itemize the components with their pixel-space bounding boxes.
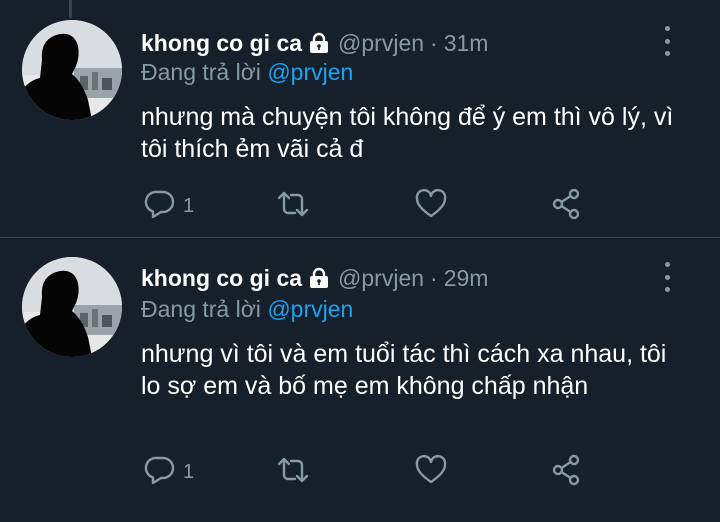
more-vertical-icon[interactable] xyxy=(657,26,677,56)
tweet-text: nhưng mà chuyện tôi không để ý em thì vô… xyxy=(141,103,674,163)
reply-count: 1 xyxy=(183,460,195,483)
replying-prefix: Đang trả lời xyxy=(141,59,261,85)
tweet-header: khong co gi ca @prvjen · 29m xyxy=(141,260,488,296)
tweet-actions: 1 xyxy=(0,188,720,224)
reply-icon xyxy=(143,187,177,226)
mention-link[interactable]: @prvjen xyxy=(267,296,353,322)
lock-icon xyxy=(308,267,330,289)
tweet-header: khong co gi ca @prvjen · 31m xyxy=(141,25,488,61)
like-button[interactable] xyxy=(414,188,448,224)
handle[interactable]: @prvjen xyxy=(338,265,424,292)
replying-to-line: Đang trả lời @prvjen xyxy=(141,296,353,323)
handle[interactable]: @prvjen xyxy=(338,30,424,57)
more-vertical-icon[interactable] xyxy=(657,262,677,292)
replying-to-line: Đang trả lời @prvjen xyxy=(141,59,353,86)
heart-icon xyxy=(414,453,448,492)
retweet-button[interactable] xyxy=(275,188,311,224)
retweet-button[interactable] xyxy=(275,454,311,490)
retweet-icon xyxy=(275,187,311,226)
replying-prefix: Đang trả lời xyxy=(141,296,261,322)
avatar[interactable] xyxy=(22,257,122,357)
retweet-icon xyxy=(275,453,311,492)
share-button[interactable] xyxy=(550,454,584,490)
reply-button[interactable]: 1 xyxy=(143,188,194,224)
reply-count: 1 xyxy=(183,194,195,217)
reply-button[interactable]: 1 xyxy=(143,454,194,490)
timestamp[interactable]: 31m xyxy=(444,30,489,57)
timestamp[interactable]: 29m xyxy=(444,265,489,292)
separator-dot: · xyxy=(430,29,438,56)
reply-icon xyxy=(143,453,177,492)
like-button[interactable] xyxy=(414,454,448,490)
share-button[interactable] xyxy=(550,188,584,224)
heart-icon xyxy=(414,187,448,226)
display-name[interactable]: khong co gi ca xyxy=(141,265,302,292)
share-icon xyxy=(550,187,584,226)
display-name[interactable]: khong co gi ca xyxy=(141,30,302,57)
tweet-actions: 1 xyxy=(0,454,720,490)
mention-link[interactable]: @prvjen xyxy=(267,59,353,85)
tweet[interactable]: khong co gi ca @prvjen · 29m Đang trả lờ… xyxy=(0,238,720,522)
lock-icon xyxy=(308,32,330,54)
tweet[interactable]: khong co gi ca @prvjen · 31m Đang trả lờ… xyxy=(0,0,720,238)
separator-dot: · xyxy=(430,264,438,291)
share-icon xyxy=(550,453,584,492)
avatar[interactable] xyxy=(22,20,122,120)
tweet-text: nhưng vì tôi và em tuổi tác thì cách xa … xyxy=(141,340,667,400)
